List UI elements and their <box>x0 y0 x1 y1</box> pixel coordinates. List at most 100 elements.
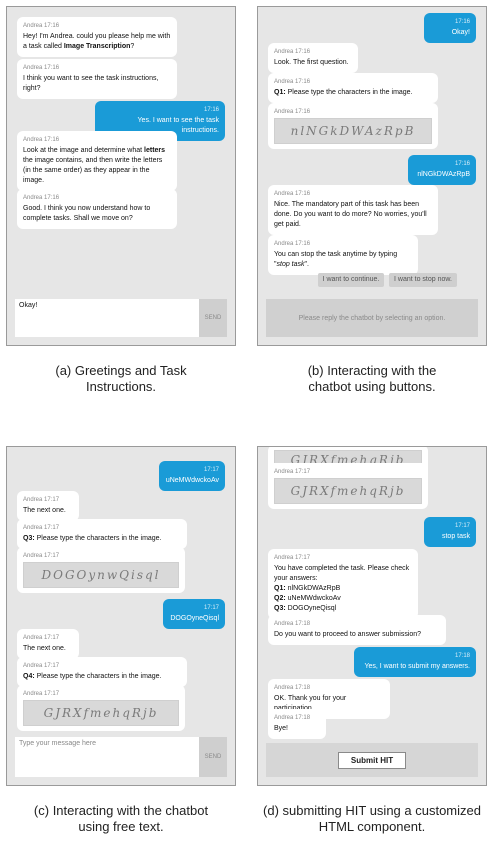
message-meta: Andrea 17:16 <box>23 195 60 201</box>
send-button[interactable]: SEND <box>199 737 227 777</box>
continue-option-button[interactable]: I want to continue. <box>318 273 384 287</box>
bot-message: Andrea 17:16 You can stop the task anyti… <box>268 235 418 275</box>
answer-label: Q2: <box>274 595 286 602</box>
submit-hit-button[interactable]: Submit HIT <box>337 751 407 769</box>
message-meta: 17:17 <box>454 523 470 529</box>
message-meta: Andrea 17:16 <box>274 191 311 197</box>
send-button[interactable]: SEND <box>199 299 227 337</box>
message-meta: Andrea 17:16 <box>274 241 311 247</box>
message-text: Yes, I want to submit my answers. <box>364 663 470 670</box>
captcha-message: Andrea 17:17 GJRXfmehqRjb <box>17 685 185 731</box>
answer-label: Q1: <box>274 585 286 592</box>
answer-value: uNeMWdwckoAv <box>287 595 341 602</box>
message-meta: 17:18 <box>454 653 470 659</box>
captcha-image: DOGOynwQisql <box>23 562 179 588</box>
message-text: I think you want to see the task instruc… <box>23 75 159 92</box>
message-text: Please type the characters in the image. <box>285 89 413 96</box>
message-text: Do you want to proceed to answer submiss… <box>274 631 422 638</box>
message-text: Please type the characters in the image. <box>34 673 162 680</box>
message-text: Please type the characters in the image. <box>34 535 162 542</box>
message-text: ". <box>304 261 309 268</box>
bot-message: Andrea 17:17 The next one. <box>17 491 79 521</box>
bot-message: Andrea 17:16 Look at the image and deter… <box>17 131 177 191</box>
bot-message: Andrea 17:17 The next one. <box>17 629 79 659</box>
message-meta: Andrea 17:17 <box>23 663 60 669</box>
question-label: Q3: <box>23 535 35 542</box>
bot-message: Andrea 17:17 Q4: Please type the charact… <box>17 657 187 687</box>
bot-message: Andrea 17:16 Hey! I'm Andrea. could you … <box>17 17 177 57</box>
user-message: 17:16 Okay! <box>424 13 476 43</box>
message-text: Okay! <box>451 29 470 36</box>
user-message: 17:17 DOGOyneQisql <box>163 599 225 629</box>
message-input[interactable]: Type your message here <box>19 740 96 747</box>
caption-d: (d) submitting HIT using a customized HT… <box>263 803 481 834</box>
message-text: The next one. <box>23 645 66 652</box>
user-message: 17:17 uNeMWdwckoAv <box>159 461 225 491</box>
answer-line: Q2: uNeMWdwckoAv <box>274 594 412 604</box>
message-input-bar: Okay! SEND <box>15 299 227 337</box>
bot-message: Andrea 17:17 You have completed the task… <box>268 549 418 619</box>
message-meta: Andrea 17:16 <box>274 79 311 85</box>
bot-message: Andrea 17:16 I think you want to see the… <box>17 59 177 99</box>
message-text: Bye! <box>274 725 289 732</box>
message-text: Good. I think you now understand how to … <box>23 205 151 222</box>
user-message: 17:18 Yes, I want to submit my answers. <box>354 647 476 677</box>
message-meta: Andrea 17:17 <box>274 555 311 561</box>
reply-hint-bar: Please reply the chatbot by selecting an… <box>266 299 478 337</box>
message-input[interactable]: Okay! <box>19 302 37 309</box>
command-text: stop task <box>276 261 305 268</box>
bot-message: Andrea 17:18 Bye! <box>268 709 326 739</box>
message-text: ? <box>130 43 135 50</box>
message-text: Look. The first question. <box>274 59 349 66</box>
bot-message: Andrea 17:17 Q3: Please type the charact… <box>17 519 187 549</box>
message-input-bar: Type your message here SEND <box>15 737 227 777</box>
message-meta: Andrea 17:16 <box>23 65 60 71</box>
question-label: Q1: <box>274 89 286 96</box>
user-message: 17:16 nlNGkDWAzRpB <box>408 155 476 185</box>
message-meta: Andrea 17:18 <box>274 621 311 627</box>
message-meta: 17:16 <box>454 161 470 167</box>
captcha-image: GJRXfmehqRjb <box>23 700 179 726</box>
stop-option-button[interactable]: I want to stop now. <box>389 273 457 287</box>
panel-b-chat-window: 17:16 Okay! Andrea 17:16 Look. The first… <box>257 6 487 346</box>
bot-message: Andrea 17:16 Q1: Please type the charact… <box>268 73 438 103</box>
submit-footer: Submit HIT <box>266 743 478 777</box>
panel-c-chat-window: 17:17 uNeMWdwckoAv Andrea 17:17 The next… <box>6 446 236 786</box>
message-meta: Andrea 17:17 <box>274 469 311 475</box>
message-meta: Andrea 17:16 <box>23 23 60 29</box>
bot-message: Andrea 17:16 Nice. The mandatory part of… <box>268 185 438 235</box>
captcha-message: Andrea 17:16 nlNGkDWAzRpB <box>268 103 438 149</box>
message-meta: Andrea 17:17 <box>23 525 60 531</box>
message-text: Look at the image and determine what <box>23 147 145 154</box>
captcha-message: Andrea 17:17 DOGOynwQisql <box>17 547 185 593</box>
panel-a-chat-window: Andrea 17:16 Hey! I'm Andrea. could you … <box>6 6 236 346</box>
message-meta: Andrea 17:16 <box>274 109 311 115</box>
message-meta: Andrea 17:17 <box>23 553 60 559</box>
message-text: The next one. <box>23 507 66 514</box>
bot-message: Andrea 17:16 Good. I think you now under… <box>17 189 177 229</box>
bot-message: Andrea 17:16 Look. The first question. <box>268 43 358 73</box>
caption-b: (b) Interacting with the chatbot using b… <box>307 363 437 394</box>
message-text: the image contains, and then write the l… <box>23 157 163 184</box>
message-meta: 17:17 <box>203 467 219 473</box>
message-meta: Andrea 17:17 <box>23 497 60 503</box>
message-text: DOGOyneQisql <box>170 615 219 622</box>
answer-value: DOGOyneQisql <box>287 605 337 612</box>
message-meta: Andrea 17:16 <box>274 49 311 55</box>
message-meta: 17:17 <box>203 605 219 611</box>
message-meta: 17:16 <box>454 19 470 25</box>
answer-line: Q1: nlNGkDWAzRpB <box>274 584 412 594</box>
message-text: You have completed the task. Please chec… <box>274 565 410 582</box>
message-meta: Andrea 17:16 <box>23 137 60 143</box>
answer-line: Q3: DOGOyneQisql <box>274 604 412 614</box>
task-name: Image Transcription <box>63 43 131 50</box>
emphasis-text: letters <box>144 147 166 154</box>
answer-value: nlNGkDWAzRpB <box>287 585 341 592</box>
panel-d-chat-window: GJRXfmehqRjb Andrea 17:17 GJRXfmehqRjb 1… <box>257 446 487 786</box>
answer-label: Q3: <box>274 605 286 612</box>
captcha-image: nlNGkDWAzRpB <box>274 118 432 144</box>
message-text: uNeMWdwckoAv <box>165 477 219 484</box>
message-text: stop task <box>441 533 470 540</box>
user-message: 17:17 stop task <box>424 517 476 547</box>
bot-message: Andrea 17:18 Do you want to proceed to a… <box>268 615 446 645</box>
